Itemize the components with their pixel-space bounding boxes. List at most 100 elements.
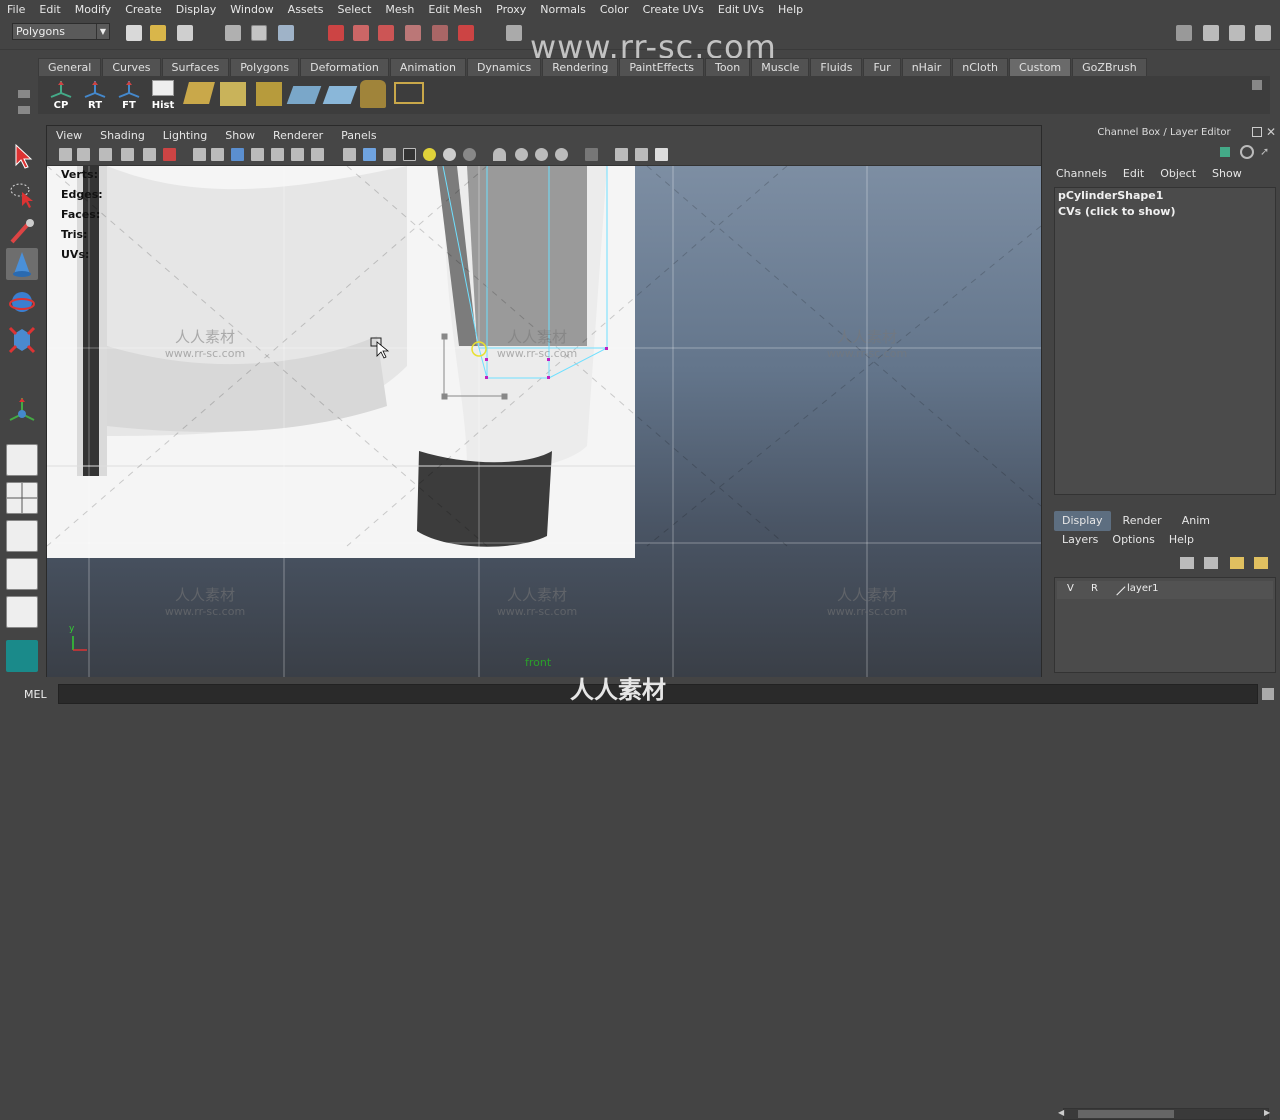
shelf-tab-rendering[interactable]: Rendering [542,58,619,76]
xray-joints-icon[interactable] [615,148,628,161]
shelf-tab-general[interactable]: General [38,58,102,76]
shadows-icon[interactable] [443,148,456,161]
float-panel-icon[interactable] [1252,127,1262,137]
safe-action-icon[interactable] [291,148,304,161]
menu-mesh[interactable]: Mesh [378,3,421,16]
ao-icon[interactable] [463,148,476,161]
menu-proxy[interactable]: Proxy [489,3,533,16]
motion-blur-icon[interactable] [493,148,506,161]
snap-live-icon[interactable] [458,25,474,41]
vp-menu-show[interactable]: Show [216,129,264,142]
layer-color-swatch[interactable] [1108,578,1126,596]
new-empty-layer-icon[interactable] [1230,557,1244,569]
film-gate-icon[interactable] [211,148,224,161]
shelf-button-ft[interactable]: FT [114,79,144,111]
menu-file[interactable]: File [0,3,32,16]
uv-unfold-icon[interactable] [322,86,358,104]
snap-grid-icon[interactable] [328,25,344,41]
menuset-dropdown[interactable]: Polygons ▼ [12,23,110,40]
bookmark-icon[interactable] [99,148,112,161]
shelf-button-cp[interactable]: CP [46,79,76,111]
snap-curve-icon[interactable] [353,25,369,41]
grid-icon[interactable] [193,148,206,161]
shelf-tab-deformation[interactable]: Deformation [300,58,389,76]
textured-icon[interactable] [403,148,416,161]
menu-select[interactable]: Select [330,3,378,16]
xray-components-icon[interactable] [635,148,648,161]
scale-tool-icon[interactable] [6,324,38,356]
scroll-left-icon[interactable]: ◀ [1058,1108,1064,1117]
history-icon[interactable] [506,25,522,41]
poly-cylinder-icon[interactable] [360,80,386,108]
layer-row[interactable]: V R layer1 [1057,578,1273,599]
scrollbar-thumb[interactable] [1078,1110,1174,1118]
layout-single-icon[interactable] [6,444,38,476]
camera-attr-icon[interactable] [77,148,90,161]
shelf-tab-surfaces[interactable]: Surfaces [161,58,230,76]
layer-tab-anim[interactable]: Anim [1174,511,1218,531]
wireframe-icon[interactable] [343,148,356,161]
layout-four-icon[interactable] [6,482,38,514]
layer-tab-render[interactable]: Render [1115,511,1170,531]
channel-toggle-icon[interactable] [1220,147,1230,157]
menu-color[interactable]: Color [593,3,636,16]
poly-lattice-icon[interactable] [394,82,424,104]
field-chart-icon[interactable] [271,148,284,161]
shelf-button-hist[interactable]: Hist [148,79,178,111]
universal-manip-icon[interactable] [6,394,38,426]
resolution-gate-icon[interactable] [231,148,244,161]
select-tool-icon[interactable] [6,140,38,172]
cb-menu-object[interactable]: Object [1160,167,1196,180]
close-icon[interactable]: ✕ [1266,125,1276,139]
cvs-toggle[interactable]: CVs (click to show) [1055,204,1275,220]
new-layer-add-icon[interactable] [1254,557,1268,569]
menu-edit[interactable]: Edit [32,3,67,16]
shelf-tab-gozbrush[interactable]: GoZBrush [1072,58,1147,76]
camera-select-icon[interactable] [59,148,72,161]
move-tool-icon[interactable] [6,248,38,280]
layer-name[interactable]: layer1 [1127,583,1158,594]
vp-menu-lighting[interactable]: Lighting [154,129,216,142]
menu-edit-uvs[interactable]: Edit UVs [711,3,771,16]
select-object-icon[interactable] [251,25,267,41]
image-plane-icon[interactable] [121,148,134,161]
le-menu-help[interactable]: Help [1169,533,1194,546]
render-settings-icon[interactable] [1229,25,1245,41]
new-layer-icon[interactable] [1180,557,1194,569]
viewport-scene[interactable]: Verts: Edges: Faces: Tris: UVs: 人人素材 www.… [47,166,1041,677]
shelf-tab-dynamics[interactable]: Dynamics [466,58,542,76]
rotate-tool-icon[interactable] [6,286,38,318]
vp-menu-shading[interactable]: Shading [91,129,154,142]
vp-menu-renderer[interactable]: Renderer [264,129,332,142]
shelf-tab-custom[interactable]: Custom [1009,58,1072,76]
move-manip-icon[interactable] [655,148,668,161]
shelf-scroll-up-icon[interactable] [1252,80,1262,90]
snap-point-icon[interactable] [378,25,394,41]
new-layer-selected-icon[interactable] [1204,557,1218,569]
menu-modify[interactable]: Modify [68,3,118,16]
poly-subdiv-icon[interactable] [256,82,282,106]
open-scene-icon[interactable] [150,25,166,41]
cb-menu-show[interactable]: Show [1212,167,1242,180]
wireframe-on-shaded-icon[interactable] [383,148,396,161]
grease-pencil-icon[interactable] [143,148,156,161]
save-scene-icon[interactable] [177,25,193,41]
menu-window[interactable]: Window [223,3,280,16]
menu-assets[interactable]: Assets [281,3,331,16]
smooth-shade-icon[interactable] [363,148,376,161]
vp-menu-panels[interactable]: Panels [332,129,385,142]
layer-tab-display[interactable]: Display [1054,511,1111,531]
shelf-tab-nhair[interactable]: nHair [901,58,952,76]
select-component-icon[interactable] [278,25,294,41]
object-name[interactable]: pCylinderShape1 [1055,188,1275,204]
menu-create-uvs[interactable]: Create UVs [636,3,711,16]
cb-menu-edit[interactable]: Edit [1123,167,1144,180]
safe-title-icon[interactable] [311,148,324,161]
layout-outliner-icon[interactable] [6,520,38,552]
dof-icon[interactable] [535,148,548,161]
gate-mask-icon[interactable] [251,148,264,161]
lights-icon[interactable] [423,148,436,161]
shelf-tab-toon[interactable]: Toon [704,58,751,76]
layout-graph-icon[interactable] [6,558,38,590]
attribute-editor-icon[interactable] [1240,145,1254,159]
